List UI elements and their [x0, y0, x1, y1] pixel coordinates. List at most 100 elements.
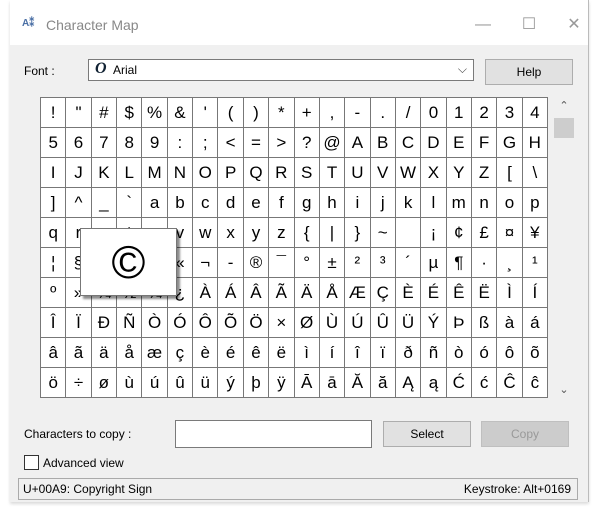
- character-cell[interactable]: ã: [66, 338, 92, 368]
- character-cell[interactable]: ¯: [269, 248, 295, 278]
- character-cell[interactable]: b: [167, 188, 194, 218]
- character-cell[interactable]: J: [66, 158, 92, 188]
- character-cell[interactable]: 8: [117, 128, 143, 158]
- character-cell[interactable]: ¢: [446, 218, 472, 248]
- character-cell[interactable]: ¸: [497, 248, 523, 278]
- character-cell[interactable]: a: [142, 188, 168, 218]
- character-cell[interactable]: ®: [243, 248, 270, 278]
- character-cell[interactable]: ä: [91, 338, 118, 368]
- character-cell[interactable]: É: [421, 278, 447, 308]
- maximize-button[interactable]: ☐: [514, 12, 544, 38]
- character-cell[interactable]: Î: [41, 308, 67, 338]
- character-cell[interactable]: [: [497, 158, 523, 188]
- character-cell[interactable]: H: [522, 128, 548, 158]
- character-cell[interactable]: ç: [167, 338, 194, 368]
- character-cell[interactable]: è: [193, 338, 219, 368]
- character-cell[interactable]: M: [142, 158, 168, 188]
- character-cell[interactable]: ¥: [522, 218, 548, 248]
- character-cell[interactable]: W: [395, 158, 422, 188]
- character-cell[interactable]: ê: [243, 338, 270, 368]
- character-cell[interactable]: ð: [395, 338, 422, 368]
- character-cell[interactable]: û: [167, 368, 194, 398]
- character-cell[interactable]: Ì: [497, 278, 523, 308]
- character-cell[interactable]: `: [117, 188, 143, 218]
- character-cell[interactable]: Ą: [395, 368, 422, 398]
- character-cell[interactable]: Í: [522, 278, 548, 308]
- character-cell[interactable]: x: [218, 218, 244, 248]
- close-button[interactable]: ✕: [559, 12, 589, 38]
- character-cell[interactable]: Ð: [91, 308, 118, 338]
- character-cell[interactable]: ï: [370, 338, 396, 368]
- character-cell[interactable]: L: [117, 158, 143, 188]
- character-cell[interactable]: ¡: [421, 218, 447, 248]
- character-cell[interactable]: p: [522, 188, 548, 218]
- character-cell[interactable]: Â: [243, 278, 270, 308]
- character-cell[interactable]: ü: [193, 368, 219, 398]
- character-cell[interactable]: ā: [319, 368, 346, 398]
- character-cell[interactable]: Ý: [421, 308, 447, 338]
- character-cell[interactable]: ß: [471, 308, 498, 338]
- character-cell[interactable]: ]: [41, 188, 67, 218]
- character-cell[interactable]: Ù: [319, 308, 346, 338]
- font-dropdown[interactable]: O Arial ⌵: [88, 59, 474, 81]
- character-cell[interactable]: K: [91, 158, 118, 188]
- character-cell[interactable]: o: [497, 188, 523, 218]
- character-cell[interactable]: R: [269, 158, 295, 188]
- character-cell[interactable]: g: [294, 188, 320, 218]
- character-cell[interactable]: N: [167, 158, 194, 188]
- character-cell[interactable]: Ã: [269, 278, 295, 308]
- character-cell[interactable]: ¹: [522, 248, 548, 278]
- character-cell[interactable]: Æ: [345, 278, 371, 308]
- character-cell[interactable]: X: [421, 158, 447, 188]
- character-cell[interactable]: $: [117, 98, 143, 128]
- character-cell[interactable]: O: [193, 158, 219, 188]
- scroll-up-icon[interactable]: ⌃: [553, 99, 575, 112]
- character-cell[interactable]: ì: [294, 338, 320, 368]
- character-cell[interactable]: Ñ: [117, 308, 143, 338]
- character-cell[interactable]: Ï: [66, 308, 92, 338]
- character-cell[interactable]: Å: [319, 278, 346, 308]
- character-cell[interactable]: z: [269, 218, 295, 248]
- character-cell[interactable]: Ç: [370, 278, 396, 308]
- character-cell[interactable]: D: [421, 128, 447, 158]
- character-cell[interactable]: ¬: [193, 248, 219, 278]
- character-cell[interactable]: S: [294, 158, 320, 188]
- character-cell[interactable]: e: [243, 188, 270, 218]
- character-cell[interactable]: ą: [421, 368, 447, 398]
- character-cell[interactable]: ": [66, 98, 92, 128]
- character-cell[interactable]: ò: [446, 338, 472, 368]
- scroll-down-icon[interactable]: ⌄: [553, 383, 575, 396]
- character-cell[interactable]: þ: [243, 368, 270, 398]
- character-cell[interactable]: ¶: [446, 248, 472, 278]
- character-cell[interactable]: º: [41, 278, 67, 308]
- character-cell[interactable]: G: [497, 128, 523, 158]
- character-cell[interactable]: Ê: [446, 278, 472, 308]
- character-cell[interactable]: #: [91, 98, 118, 128]
- character-cell[interactable]: >: [269, 128, 295, 158]
- character-cell[interactable]: *: [269, 98, 295, 128]
- character-cell[interactable]: B: [370, 128, 396, 158]
- character-cell[interactable]: ă: [370, 368, 396, 398]
- character-cell[interactable]: 5: [41, 128, 67, 158]
- advanced-view-checkbox[interactable]: [24, 455, 39, 470]
- character-cell[interactable]: Õ: [218, 308, 244, 338]
- character-cell[interactable]: _: [91, 188, 118, 218]
- character-cell[interactable]: +: [294, 98, 320, 128]
- character-cell[interactable]: {: [294, 218, 320, 248]
- character-cell[interactable]: õ: [522, 338, 548, 368]
- character-cell[interactable]: ć: [471, 368, 498, 398]
- character-cell[interactable]: =: [243, 128, 270, 158]
- character-cell[interactable]: Ø: [294, 308, 320, 338]
- character-cell[interactable]: n: [471, 188, 498, 218]
- character-cell[interactable]: T: [319, 158, 346, 188]
- character-cell[interactable]: I: [41, 158, 67, 188]
- character-cell[interactable]: ó: [471, 338, 498, 368]
- character-cell[interactable]: á: [522, 308, 548, 338]
- character-cell[interactable]: Ü: [395, 308, 422, 338]
- character-cell[interactable]: ): [243, 98, 270, 128]
- character-cell[interactable]: V: [370, 158, 396, 188]
- character-cell[interactable]: 7: [91, 128, 118, 158]
- character-cell[interactable]: 1: [446, 98, 472, 128]
- character-cell[interactable]: (: [218, 98, 244, 128]
- character-cell[interactable]: Ĉ: [497, 368, 523, 398]
